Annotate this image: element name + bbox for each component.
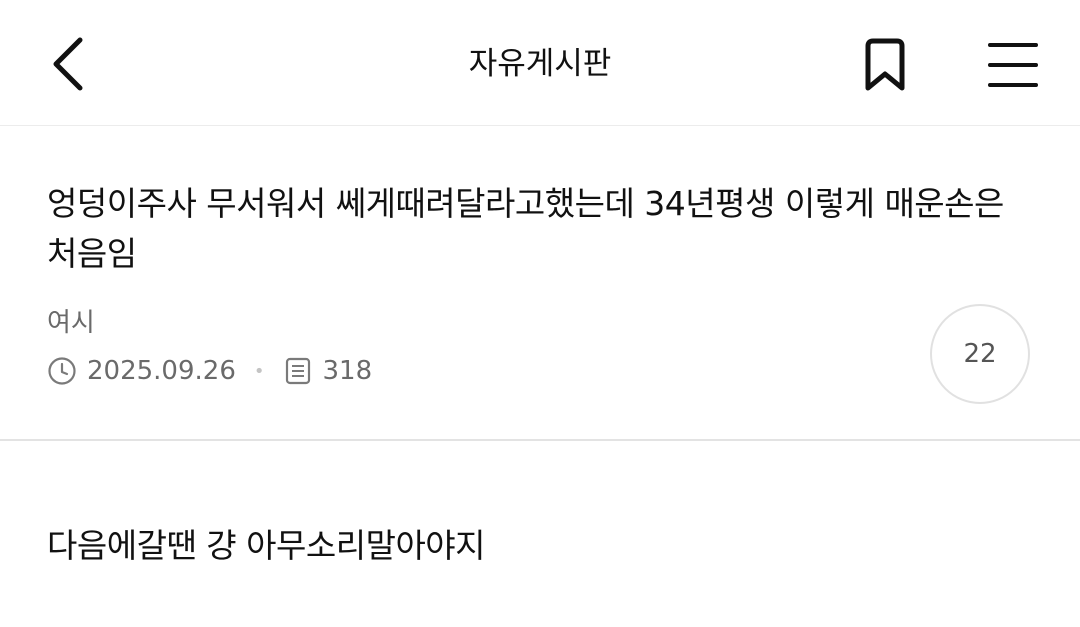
hamburger-menu-icon	[988, 43, 1038, 87]
post-title: 다음에갈땐 걍 아무소리말아야지	[47, 526, 486, 565]
meta-separator: •	[253, 360, 265, 382]
bookmark-icon	[865, 38, 905, 91]
back-button[interactable]	[36, 28, 100, 100]
post-meta: 2025.09.26 • 318	[47, 351, 372, 391]
post-list-item[interactable]: 엉덩이주사 무서워서 쎄게때려달라고했는데 34년평생 이렇게 매운손은 처음임…	[0, 127, 1080, 441]
comment-count-badge[interactable]: 22	[930, 304, 1030, 404]
chevron-left-icon	[53, 37, 83, 91]
clock-icon	[47, 356, 77, 386]
post-author: 여시	[47, 308, 95, 338]
post-views: 318	[322, 356, 373, 386]
top-app-bar: 자유게시판	[0, 0, 1080, 126]
views-icon	[283, 356, 313, 386]
post-list-item[interactable]: 다음에갈땐 걍 아무소리말아야지	[0, 443, 1080, 627]
page-title: 자유게시판	[468, 46, 612, 82]
post-date: 2025.09.26	[87, 356, 236, 386]
menu-button[interactable]	[978, 30, 1048, 100]
bookmark-button[interactable]	[852, 30, 918, 100]
post-title: 엉덩이주사 무서워서 쎄게때려달라고했는데 34년평생 이렇게 매운손은 처음임	[47, 184, 1004, 273]
